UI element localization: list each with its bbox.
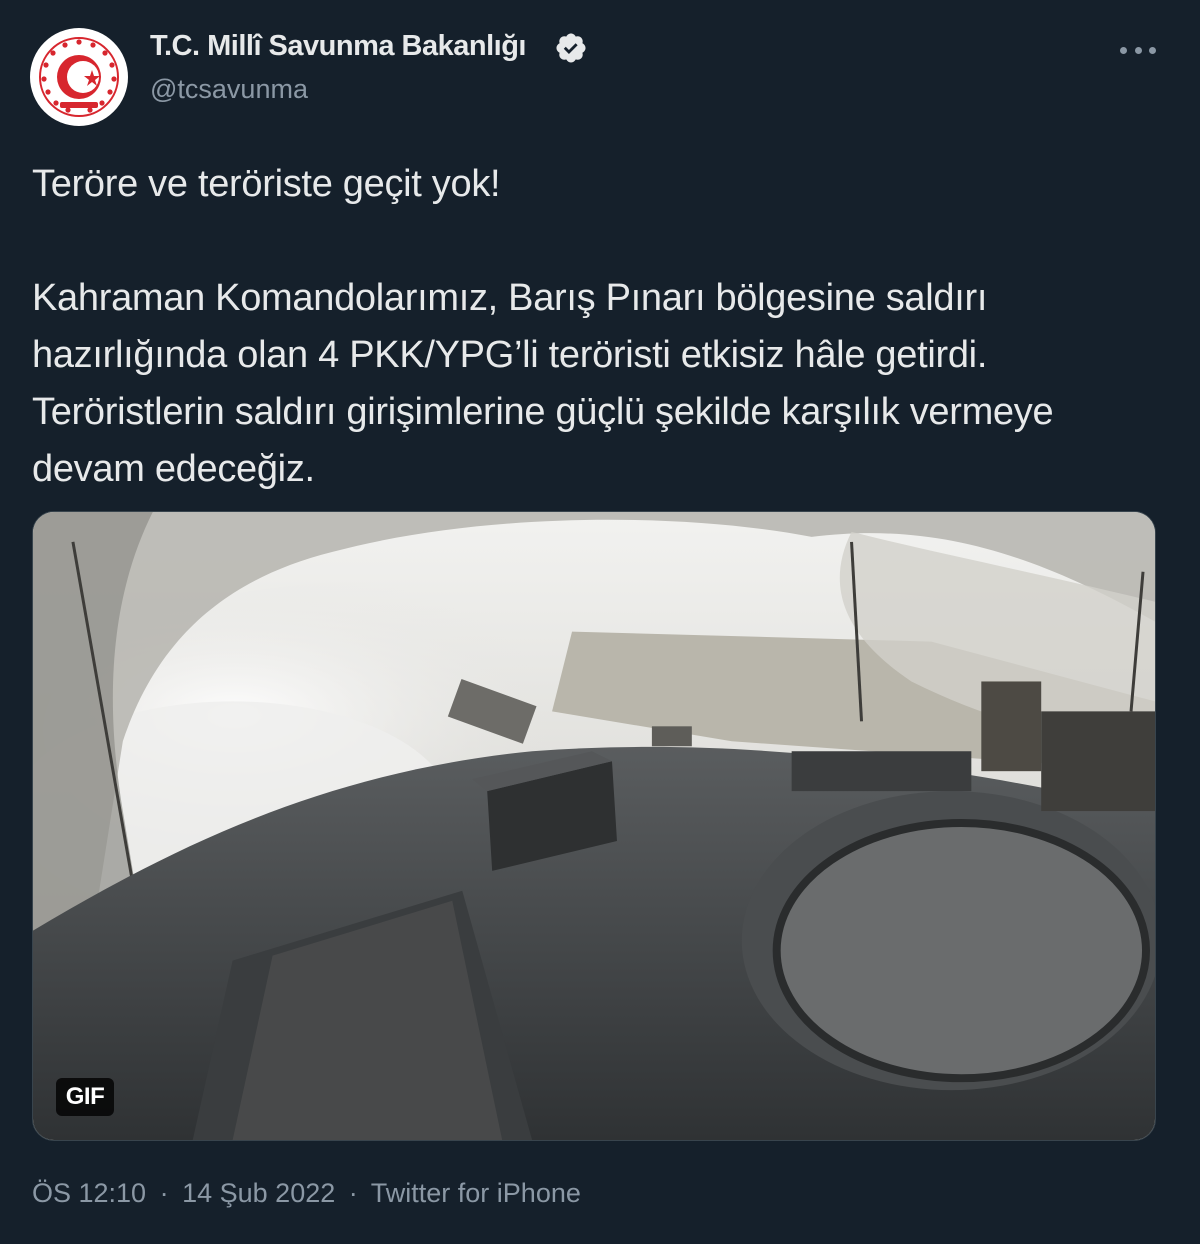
tweet-time[interactable]: ÖS 12:10 <box>32 1178 146 1208</box>
tweet-date[interactable]: 14 Şub 2022 <box>182 1178 335 1208</box>
tweet-paragraph: Kahraman Komandolarımız, Barış Pınarı bö… <box>32 277 1054 490</box>
verified-badge-icon <box>556 33 586 63</box>
more-horizontal-icon[interactable] <box>1118 30 1158 70</box>
ministry-emblem-icon <box>31 29 127 125</box>
meta-separator: · <box>159 1178 169 1208</box>
author-display-name[interactable]: T.C. Millî Savunma Bakanlığı <box>150 30 527 63</box>
gif-badge: GIF <box>56 1078 114 1116</box>
tweet-text: Teröre ve teröriste geçit yok! Kahraman … <box>32 156 1162 498</box>
tweet-source[interactable]: Twitter for iPhone <box>371 1178 581 1208</box>
tweet-meta: ÖS 12:10 · 14 Şub 2022 · Twitter for iPh… <box>32 1178 581 1209</box>
media-image <box>33 512 1155 1140</box>
author-handle[interactable]: @tcsavunma <box>150 74 308 105</box>
author-avatar[interactable] <box>30 28 128 126</box>
more-dot <box>1120 46 1127 54</box>
meta-separator: · <box>348 1178 358 1208</box>
more-dot <box>1149 46 1156 54</box>
more-dot <box>1134 46 1142 54</box>
tweet-card: T.C. Millî Savunma Bakanlığı @tcsavunma … <box>0 0 1200 1244</box>
tweet-paragraph: Teröre ve teröriste geçit yok! <box>32 163 501 205</box>
tweet-media-gif[interactable] <box>32 511 1156 1141</box>
